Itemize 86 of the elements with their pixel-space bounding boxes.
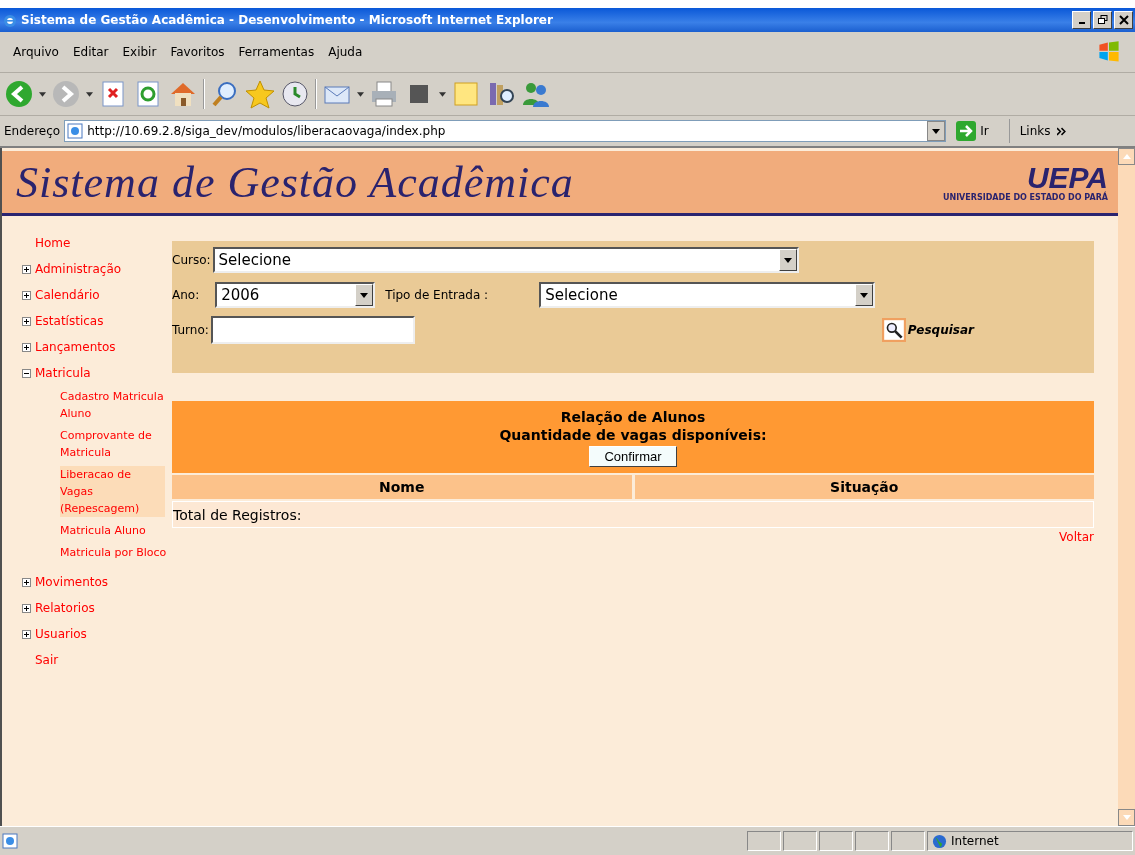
- window-title: Sistema de Gestão Acadêmica - Desenvolvimento - Microsoft Internet Explorer: [21, 13, 554, 27]
- dropdown-arrow-icon[interactable]: [39, 91, 46, 97]
- results-title: Relação de Alunos: [560, 407, 706, 426]
- status-pane: [819, 831, 853, 851]
- sidebar-link[interactable]: Relatorios: [35, 601, 95, 615]
- total-label: Total de Registros:: [173, 506, 302, 523]
- field-label: Ano:: [172, 288, 200, 302]
- page-icon: [67, 123, 84, 139]
- printer-icon[interactable]: [369, 79, 399, 109]
- submenu-link[interactable]: Liberacao de Vagas (Repescagem): [60, 466, 165, 517]
- expand-icon[interactable]: [22, 316, 31, 326]
- status-pane: [891, 831, 925, 851]
- menu-item[interactable]: Arquivo: [6, 45, 66, 59]
- scroll-down-button[interactable]: [1118, 809, 1135, 826]
- sidebar-link[interactable]: Movimentos: [35, 575, 109, 589]
- menu-item[interactable]: Favoritos: [163, 45, 232, 59]
- chevron-icon[interactable]: [1056, 126, 1066, 136]
- back-link[interactable]: Voltar: [1059, 530, 1094, 544]
- links-button[interactable]: Links: [1013, 124, 1053, 138]
- dropdown-arrow-icon[interactable]: [357, 91, 364, 97]
- caret-icon[interactable]: [932, 128, 941, 134]
- menu-item[interactable]: Editar: [65, 45, 116, 59]
- go-button[interactable]: Ir: [950, 121, 995, 141]
- address-field[interactable]: http://10.69.2.8/siga_dev/modulos/liberacaovaga/index.php: [64, 120, 947, 142]
- expand-icon[interactable]: [22, 603, 31, 613]
- submenu-link[interactable]: Matricula por Bloco: [60, 544, 170, 561]
- dropdown-arrow-icon[interactable]: [86, 91, 93, 97]
- security-zone: Internet: [927, 831, 1133, 851]
- minimize-icon: [1078, 22, 1085, 24]
- sidebar-link[interactable]: Calendário: [35, 288, 100, 302]
- history-icon[interactable]: [280, 79, 310, 109]
- collapse-icon[interactable]: [22, 368, 31, 378]
- sidebar-link[interactable]: Sair: [35, 653, 59, 667]
- vacancies-label: Quantidade de vagas disponíveis:: [499, 425, 767, 444]
- star-icon[interactable]: [245, 79, 275, 109]
- dropdown-arrow-icon[interactable]: [439, 91, 446, 97]
- scroll-up-button[interactable]: [1118, 148, 1135, 165]
- column-header: Situação: [634, 475, 1094, 499]
- site-title: Sistema de Gestão Acadêmica: [16, 156, 574, 208]
- field-label: Tipo de Entrada :: [385, 288, 490, 302]
- university-logo: UEPA UNIVERSIDADE DO ESTADO DO PARÁ: [942, 162, 1108, 202]
- field-label: Curso:: [172, 253, 211, 267]
- sidebar-link[interactable]: Usuarios: [35, 627, 87, 641]
- sidebar-link[interactable]: Estatísticas: [35, 314, 104, 328]
- expand-icon[interactable]: [22, 577, 31, 587]
- windows-flag-icon: [1097, 40, 1121, 64]
- up-arrow-icon: [1122, 154, 1131, 159]
- address-label: Endereço: [4, 124, 61, 138]
- restore-icon: [1097, 15, 1108, 25]
- year-select[interactable]: 2006: [215, 282, 376, 308]
- sidebar-link[interactable]: Matricula: [35, 366, 91, 380]
- scrollbar[interactable]: [1118, 148, 1135, 826]
- close-icon: [1118, 15, 1129, 25]
- expand-icon[interactable]: [22, 264, 31, 274]
- caret-icon[interactable]: [860, 292, 869, 298]
- menu-item[interactable]: Exibir: [115, 45, 164, 59]
- submenu-link[interactable]: Cadastro Matricula Aluno: [60, 388, 170, 422]
- minimize-button[interactable]: [1072, 11, 1091, 29]
- expand-icon[interactable]: [22, 290, 31, 300]
- confirm-button[interactable]: Confirmar: [589, 445, 677, 467]
- caret-icon[interactable]: [783, 257, 792, 263]
- search-icon[interactable]: [881, 318, 906, 342]
- menu-item[interactable]: Ajuda: [321, 45, 370, 59]
- column-header: Nome: [172, 475, 632, 499]
- field-label: Turno:: [172, 323, 209, 337]
- status-pane: [747, 831, 781, 851]
- globe-icon: [932, 833, 947, 849]
- sidebar-link[interactable]: Lançamentos: [35, 340, 116, 354]
- sidebar-link[interactable]: Administração: [35, 262, 122, 276]
- expand-icon[interactable]: [22, 629, 31, 639]
- course-select[interactable]: Selecione: [212, 247, 799, 273]
- caret-icon[interactable]: [360, 292, 369, 298]
- entry-type-select[interactable]: Selecione: [539, 282, 876, 308]
- sidebar-link[interactable]: Home: [35, 236, 71, 250]
- shift-input-field[interactable]: [210, 316, 415, 344]
- browser-icon: [2, 12, 18, 28]
- submenu-link[interactable]: Comprovante de Matricula: [60, 427, 170, 461]
- submenu-link[interactable]: Matricula Aluno: [60, 522, 170, 539]
- menu-item[interactable]: Ferramentas: [231, 45, 322, 59]
- down-arrow-icon: [1122, 815, 1131, 820]
- expand-icon[interactable]: [22, 342, 31, 352]
- restore-button[interactable]: [1093, 11, 1112, 29]
- status-pane: [783, 831, 817, 851]
- close-button[interactable]: [1114, 11, 1133, 29]
- search-link[interactable]: Pesquisar: [907, 323, 974, 337]
- status-pane: [855, 831, 889, 851]
